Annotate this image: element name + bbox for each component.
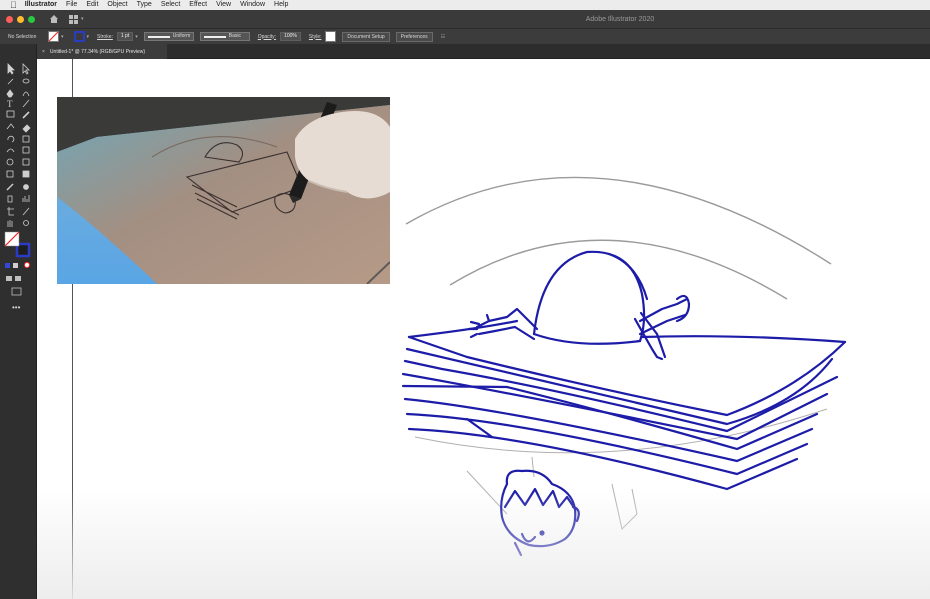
tools-panel: T ••• <box>0 44 37 599</box>
chevron-down-icon[interactable]: ▾ <box>135 34 138 40</box>
window-title: Adobe Illustrator 2020 <box>585 15 655 23</box>
ink-top-sheet-right <box>640 335 847 344</box>
ink-head <box>500 469 577 548</box>
ink-dome-base <box>532 332 642 345</box>
mac-menu-bar:  Illustrator File Edit Object Type Sele… <box>0 0 930 10</box>
gradient-tool-icon[interactable] <box>22 170 30 178</box>
ink-nose <box>520 532 537 543</box>
brush-definition[interactable]: Basic <box>199 32 250 41</box>
document-tab[interactable]: × Untitled-1* @ 77.34% (RGB/GPU Preview) <box>37 44 167 59</box>
magic-wand-tool-icon[interactable] <box>7 78 14 85</box>
rectangle-tool-icon[interactable] <box>6 110 15 118</box>
menu-edit[interactable]: Edit <box>86 0 98 10</box>
menu-app-name[interactable]: Illustrator <box>25 0 57 10</box>
shaper-tool-icon[interactable] <box>6 123 15 130</box>
chevron-down-icon[interactable]: ▾ <box>61 34 64 40</box>
rotate-tool-icon[interactable] <box>7 135 15 143</box>
free-transform-tool-icon[interactable] <box>22 146 30 154</box>
minimize-window-button[interactable] <box>17 15 24 23</box>
opacity-label[interactable]: Opacity: <box>258 34 276 40</box>
style-label: Style: <box>308 33 322 40</box>
ink-eye <box>539 530 545 536</box>
ink-neck <box>513 541 523 557</box>
slice-tool-icon[interactable] <box>22 207 30 216</box>
zoom-window-button[interactable] <box>28 15 35 23</box>
line-tool-icon[interactable] <box>22 99 30 108</box>
menu-window[interactable]: Window <box>240 0 265 10</box>
apple-icon[interactable]:  <box>10 0 17 10</box>
shape-builder-tool-icon[interactable] <box>6 158 14 166</box>
drawing-mode-icons[interactable] <box>6 276 21 281</box>
column-graph-tool-icon[interactable] <box>22 195 30 202</box>
perspective-grid-tool-icon[interactable] <box>22 158 30 166</box>
paintbrush-tool-icon[interactable] <box>22 111 30 119</box>
document-tab-title: Untitled-1* @ 77.34% (RGB/GPU Preview) <box>49 48 146 55</box>
sketch-arc-outer <box>405 176 832 265</box>
ink-lines <box>401 250 847 557</box>
preferences-button[interactable]: Preferences <box>395 31 433 42</box>
home-icon[interactable] <box>49 14 59 24</box>
symbol-sprayer-tool-icon[interactable] <box>7 195 13 203</box>
menu-file[interactable]: File <box>66 0 77 10</box>
ink-left-arm-lower <box>477 325 536 341</box>
app-title-bar: ▾ Adobe Illustrator 2020 <box>0 10 930 28</box>
chevron-down-icon[interactable]: ▾ <box>81 16 84 22</box>
selection-status: No Selection <box>8 33 37 40</box>
edit-toolbar-icon[interactable]: ••• <box>12 303 21 312</box>
sketch-line <box>531 456 535 478</box>
zoom-tool-icon[interactable] <box>23 220 29 226</box>
type-tool-icon[interactable]: T <box>7 99 13 109</box>
blend-tool-icon[interactable] <box>23 184 29 190</box>
color-mode-icons[interactable] <box>5 261 31 269</box>
arrange-documents-icon[interactable]: ☷ <box>441 34 445 40</box>
tool-icons: T ••• <box>4 63 31 312</box>
artboard-tool-icon[interactable] <box>7 207 14 216</box>
sketch-arc-inner <box>449 239 788 300</box>
control-bar: No Selection ▾ ▾ Stroke: 1 pt ▾ Uniform … <box>0 28 930 44</box>
pen-tool-icon[interactable] <box>6 89 14 98</box>
hand-tool-icon[interactable] <box>7 220 13 227</box>
sketch-line <box>611 483 638 530</box>
close-tab-icon[interactable]: × <box>42 49 45 55</box>
menu-view[interactable]: View <box>216 0 231 10</box>
close-window-button[interactable] <box>6 15 13 23</box>
menu-type[interactable]: Type <box>137 0 152 10</box>
menu-help[interactable]: Help <box>274 0 288 10</box>
webcam-video-overlay <box>57 97 390 284</box>
document-tab-bar: × Untitled-1* @ 77.34% (RGB/GPU Preview) <box>37 44 930 59</box>
selection-tool-icon[interactable] <box>7 63 15 75</box>
opacity-field[interactable]: 100% <box>280 32 301 41</box>
menu-object[interactable]: Object <box>107 0 127 10</box>
curvature-tool-icon[interactable] <box>22 91 30 97</box>
variable-width-profile[interactable]: Uniform <box>143 32 194 41</box>
menu-effect[interactable]: Effect <box>189 0 207 10</box>
direct-selection-tool-icon[interactable] <box>22 63 30 75</box>
screen-mode-icon[interactable] <box>11 287 22 296</box>
webcam-frame <box>57 97 390 284</box>
chevron-down-icon[interactable]: ▾ <box>87 34 90 40</box>
graphic-style-swatch[interactable] <box>325 31 337 42</box>
lasso-tool-icon[interactable] <box>22 78 30 84</box>
stroke-color-swatch[interactable] <box>73 31 85 42</box>
sketch-arcs <box>405 176 832 300</box>
eyedropper-tool-icon[interactable] <box>6 183 14 191</box>
stroke-weight-field[interactable]: 1 pt <box>116 32 134 41</box>
stroke-label[interactable]: Stroke: <box>97 34 113 40</box>
eraser-tool-icon[interactable] <box>22 124 31 133</box>
scale-tool-icon[interactable] <box>22 135 30 143</box>
document-setup-button[interactable]: Document Setup <box>342 31 390 42</box>
artboard-canvas[interactable] <box>37 59 930 599</box>
menu-select[interactable]: Select <box>161 0 180 10</box>
mesh-tool-icon[interactable] <box>6 170 14 178</box>
width-tool-icon[interactable] <box>6 148 15 153</box>
fill-stroke-swatch-icon[interactable] <box>4 231 31 258</box>
fill-color-swatch[interactable] <box>48 31 59 42</box>
workspace-icon[interactable] <box>69 14 79 24</box>
